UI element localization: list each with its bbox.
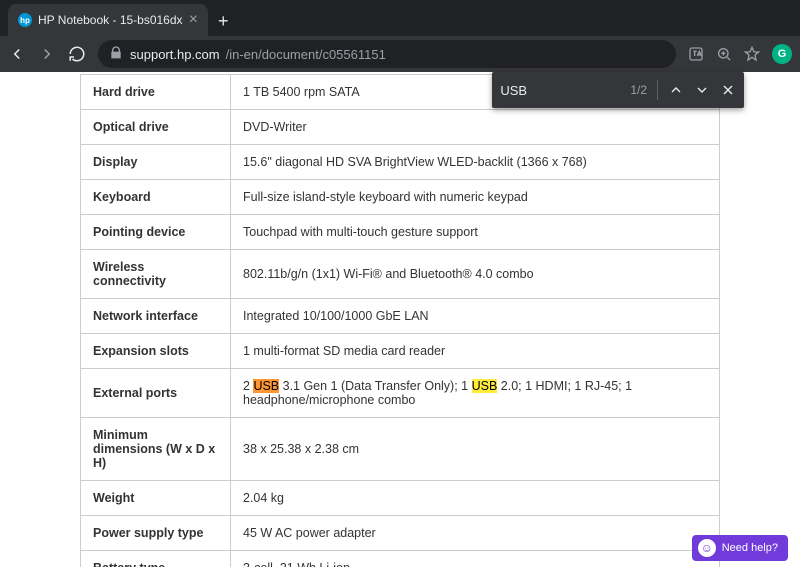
table-row: External ports2 USB 3.1 Gen 1 (Data Tran…: [81, 369, 720, 418]
translate-icon[interactable]: [688, 46, 704, 62]
grammarly-extension-icon[interactable]: G: [772, 44, 792, 64]
spec-label: Wireless connectivity: [81, 250, 231, 299]
reload-button[interactable]: [68, 45, 86, 63]
spec-value: Full-size island-style keyboard with num…: [231, 180, 720, 215]
url-path: /in-en/document/c05561151: [226, 47, 386, 62]
table-row: KeyboardFull-size island-style keyboard …: [81, 180, 720, 215]
need-help-button[interactable]: ☺ Need help?: [692, 535, 788, 561]
find-in-page-bar: USB 1/2: [492, 72, 744, 108]
find-close-button[interactable]: [720, 82, 736, 98]
table-row: Battery type3-cell, 31 Wh Li-ion: [81, 551, 720, 567]
spec-value: DVD-Writer: [231, 110, 720, 145]
table-row: Wireless connectivity802.11b/g/n (1x1) W…: [81, 250, 720, 299]
bookmark-icon[interactable]: [744, 46, 760, 62]
lock-icon: [108, 45, 124, 64]
table-row: Minimum dimensions (W x D x H)38 x 25.38…: [81, 418, 720, 481]
spec-label: Keyboard: [81, 180, 231, 215]
spec-value: 2 USB 3.1 Gen 1 (Data Transfer Only); 1 …: [231, 369, 720, 418]
tab-strip: hp HP Notebook - 15-bs016dx Prod × +: [0, 0, 800, 36]
new-tab-button[interactable]: +: [208, 6, 239, 36]
spec-value: 1 multi-format SD media card reader: [231, 334, 720, 369]
spec-label: Hard drive: [81, 75, 231, 110]
hp-favicon-icon: hp: [18, 13, 32, 27]
close-tab-icon[interactable]: ×: [189, 12, 198, 28]
table-row: Network interfaceIntegrated 10/100/1000 …: [81, 299, 720, 334]
specifications-table: Hard drive1 TB 5400 rpm SATAOptical driv…: [80, 74, 720, 567]
find-prev-button[interactable]: [668, 82, 684, 98]
browser-toolbar: support.hp.com/in-en/document/c05561151 …: [0, 36, 800, 72]
spec-label: Battery type: [81, 551, 231, 567]
find-highlight: USB: [472, 379, 498, 393]
spec-label: Network interface: [81, 299, 231, 334]
spec-label: Optical drive: [81, 110, 231, 145]
spec-value: Integrated 10/100/1000 GbE LAN: [231, 299, 720, 334]
forward-button[interactable]: [38, 45, 56, 63]
spec-label: Minimum dimensions (W x D x H): [81, 418, 231, 481]
table-row: Display15.6" diagonal HD SVA BrightView …: [81, 145, 720, 180]
back-button[interactable]: [8, 45, 26, 63]
table-row: Expansion slots1 multi-format SD media c…: [81, 334, 720, 369]
table-row: Weight2.04 kg: [81, 481, 720, 516]
find-input[interactable]: USB: [500, 83, 620, 98]
spec-label: Pointing device: [81, 215, 231, 250]
find-highlight: USB: [253, 379, 279, 393]
table-row: Optical driveDVD-Writer: [81, 110, 720, 145]
spec-value: Touchpad with multi-touch gesture suppor…: [231, 215, 720, 250]
spec-label: Expansion slots: [81, 334, 231, 369]
table-row: Power supply type45 W AC power adapter: [81, 516, 720, 551]
find-count: 1/2: [630, 83, 647, 97]
spec-label: External ports: [81, 369, 231, 418]
spec-value: 38 x 25.38 x 2.38 cm: [231, 418, 720, 481]
url-host: support.hp.com: [130, 47, 220, 62]
chat-avatar-icon: ☺: [698, 539, 716, 557]
browser-tab[interactable]: hp HP Notebook - 15-bs016dx Prod ×: [8, 4, 208, 36]
spec-value: 2.04 kg: [231, 481, 720, 516]
table-row: Pointing deviceTouchpad with multi-touch…: [81, 215, 720, 250]
address-bar[interactable]: support.hp.com/in-en/document/c05561151: [98, 40, 676, 68]
divider: [657, 80, 658, 100]
spec-value: 3-cell, 31 Wh Li-ion: [231, 551, 720, 567]
find-next-button[interactable]: [694, 82, 710, 98]
zoom-icon[interactable]: [716, 46, 732, 62]
spec-label: Power supply type: [81, 516, 231, 551]
spec-value: 45 W AC power adapter: [231, 516, 720, 551]
page-viewport: Hard drive1 TB 5400 rpm SATAOptical driv…: [0, 72, 800, 567]
spec-label: Display: [81, 145, 231, 180]
tab-title: HP Notebook - 15-bs016dx Prod: [38, 13, 183, 27]
need-help-label: Need help?: [722, 542, 778, 554]
spec-value: 15.6" diagonal HD SVA BrightView WLED-ba…: [231, 145, 720, 180]
spec-value: 802.11b/g/n (1x1) Wi-Fi® and Bluetooth® …: [231, 250, 720, 299]
spec-label: Weight: [81, 481, 231, 516]
